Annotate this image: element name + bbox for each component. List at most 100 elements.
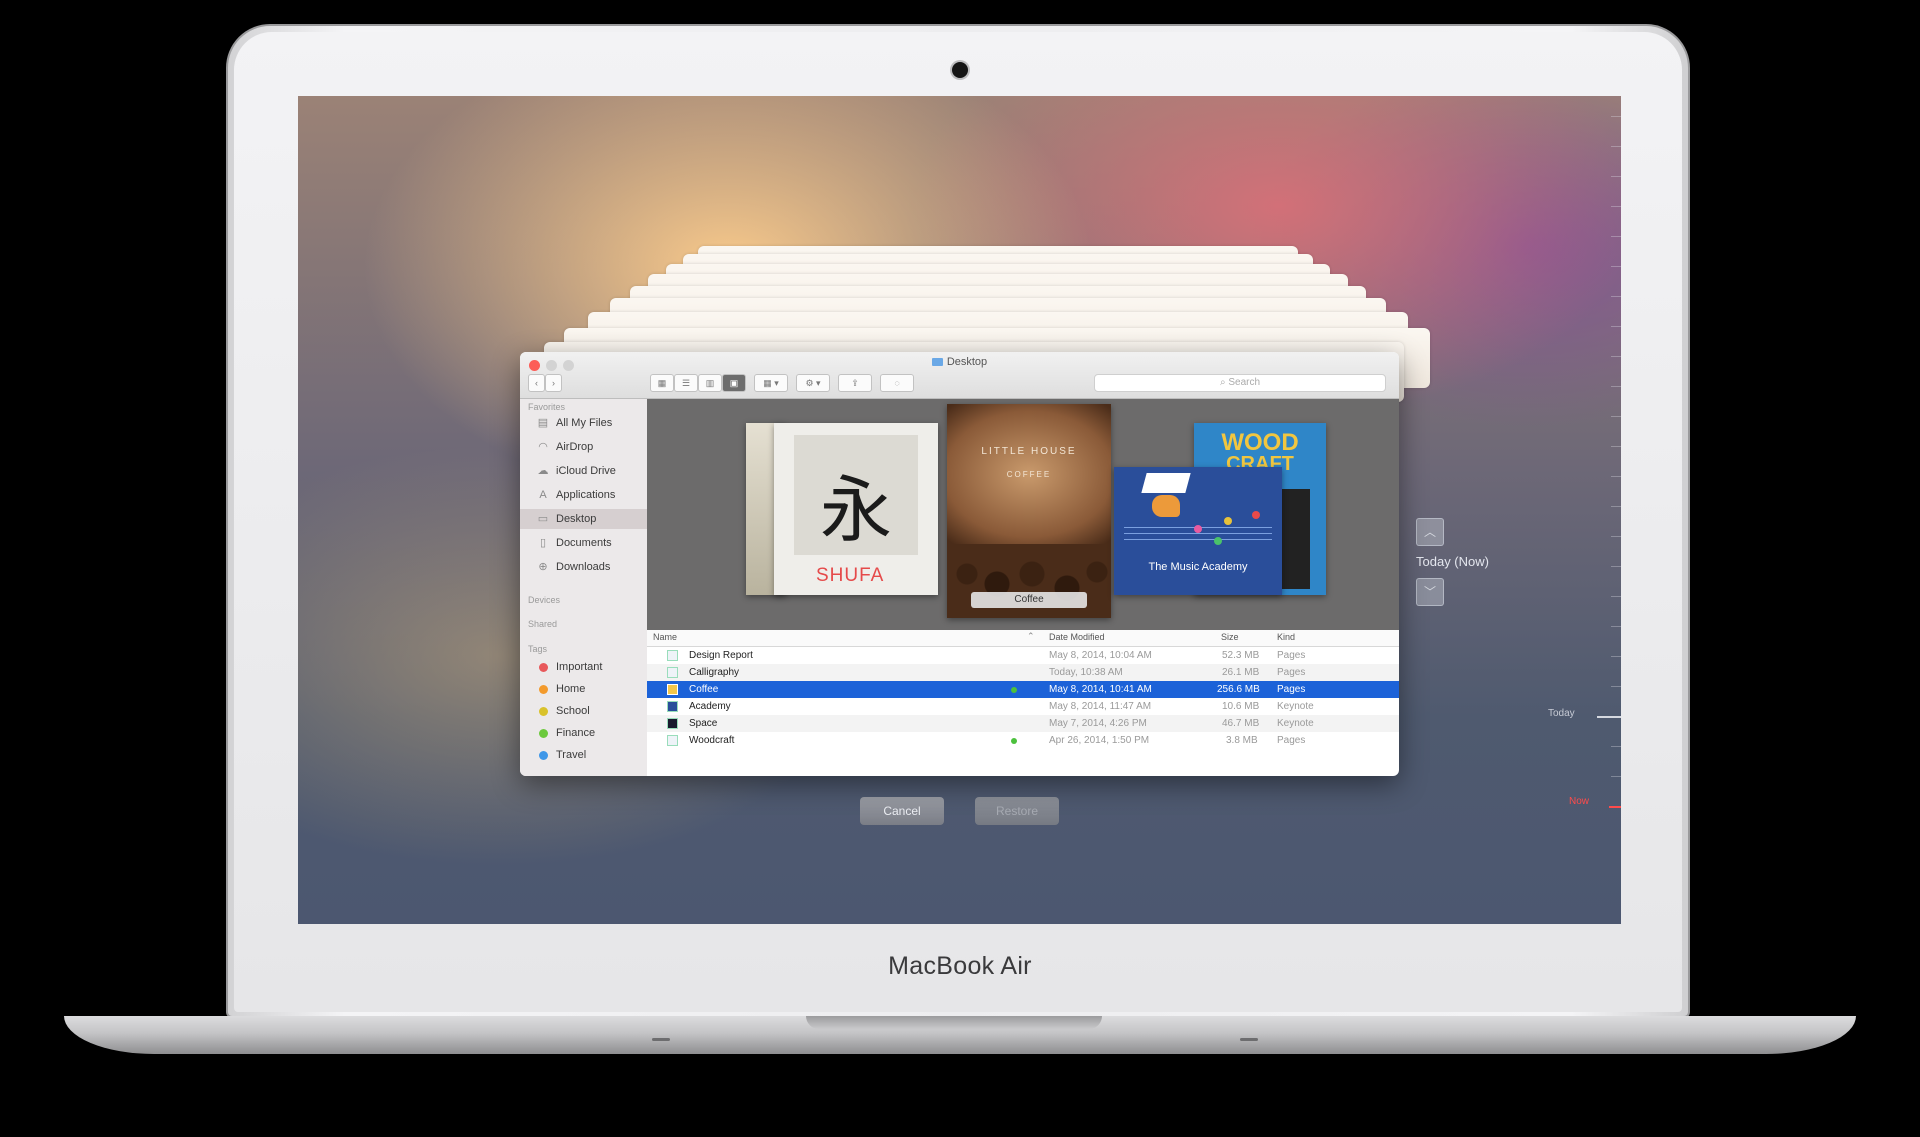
airdrop-icon: ◠ [538, 441, 548, 453]
window-title-text: Desktop [946, 356, 988, 368]
list-view-button[interactable]: ☰ [674, 374, 698, 392]
desktop-icon: ▭ [537, 513, 549, 525]
tag-color-icon [539, 685, 548, 694]
academy-cover-title: The Music Academy [1148, 561, 1248, 573]
pages-file-icon [667, 735, 678, 746]
cover-flow[interactable]: 永 SHUFA LITTLE HOUSE COFFEE Coffee WOOD … [647, 399, 1399, 630]
table-row[interactable]: Design Report May 8, 2014, 10:04 AM 52.3… [647, 647, 1399, 664]
laptop-foot [652, 1038, 670, 1041]
file-size: 10.6 MB [1222, 701, 1260, 712]
sidebar-tag-travel[interactable]: Travel [520, 745, 647, 765]
tag-color-icon [539, 707, 548, 716]
table-row[interactable]: Woodcraft Apr 26, 2014, 1:50 PM 3.8 MB P… [647, 732, 1399, 749]
file-kind: Keynote [1277, 718, 1314, 729]
action-gear-icon[interactable]: ⚙ ▾ [796, 374, 830, 392]
sidebar-item-icloud-drive[interactable]: ☁ iCloud Drive [520, 461, 647, 481]
tags-header: Tags [528, 644, 548, 654]
file-date: May 8, 2014, 11:47 AM [1049, 701, 1152, 712]
coffee-cover-title: LITTLE HOUSE [981, 446, 1077, 457]
file-kind: Pages [1277, 667, 1306, 678]
file-date: Today, 10:38 AM [1049, 667, 1123, 678]
column-date-header[interactable]: Date Modified [1049, 632, 1105, 642]
sidebar-item-airdrop[interactable]: ◠ AirDrop [520, 437, 647, 457]
file-size: 46.7 MB [1222, 718, 1260, 729]
sidebar-item-applications[interactable]: A Applications [520, 485, 647, 505]
finder-window: Desktop ‹ › ▦ ☰ ▥ ▣ ▦ ▾ ⚙ ▾ ⇪ ◌ ⌕ Search… [520, 352, 1399, 776]
file-size: 52.3 MB [1222, 650, 1260, 661]
cover-title-shufa: SHUFA [816, 565, 885, 586]
table-row[interactable]: Academy May 8, 2014, 11:47 AM 10.6 MB Ke… [647, 698, 1399, 715]
sidebar-item-label: Finance [556, 727, 596, 739]
keynote-file-icon [667, 701, 678, 712]
calligraphy-glyph: 永 [819, 468, 892, 552]
cover-coffee[interactable]: LITTLE HOUSE COFFEE Coffee [947, 404, 1111, 618]
sidebar-item-label: Documents [556, 537, 612, 549]
sidebar-item-label: Home [556, 683, 586, 695]
sidebar-item-label: Downloads [556, 561, 611, 573]
pages-file-icon [667, 667, 678, 678]
file-kind: Pages [1277, 684, 1306, 695]
coffee-cover-subtitle: COFFEE [1006, 470, 1052, 479]
column-kind-header[interactable]: Kind [1277, 632, 1295, 642]
file-date: May 7, 2014, 4:26 PM [1049, 718, 1147, 729]
cancel-button[interactable]: Cancel [860, 797, 944, 825]
camera-icon [952, 62, 968, 78]
file-date: May 8, 2014, 10:41 AM [1049, 684, 1152, 695]
backup-date-label: Today (Now) [1416, 554, 1489, 569]
sort-arrow-icon: ⌃ [1027, 631, 1035, 641]
column-size-header[interactable]: Size [1221, 632, 1239, 642]
file-kind: Keynote [1277, 701, 1314, 712]
file-date: Apr 26, 2014, 1:50 PM [1049, 735, 1150, 746]
sidebar-item-label: Travel [556, 749, 587, 761]
device-brand-label: MacBook Air [888, 952, 1032, 980]
file-date: May 8, 2014, 10:04 AM [1049, 650, 1152, 661]
timemachine-down-arrow-icon[interactable]: ﹀ [1416, 578, 1444, 606]
tag-color-icon [539, 729, 548, 738]
table-row[interactable]: Calligraphy Today, 10:38 AM 26.1 MB Page… [647, 664, 1399, 681]
sidebar-tag-school[interactable]: School [520, 701, 647, 721]
forward-button[interactable]: › [545, 374, 562, 392]
search-placeholder: Search [1228, 377, 1261, 388]
pages-file-icon [667, 684, 678, 695]
favorites-header: Favorites [528, 402, 566, 412]
timeline-now-label: Now [1569, 796, 1590, 807]
laptop-opening-notch [806, 1016, 1102, 1029]
back-button[interactable]: ‹ [528, 374, 545, 392]
cover-academy[interactable]: The Music Academy [1114, 467, 1282, 595]
file-name: Design Report [689, 650, 753, 661]
folder-icon [931, 358, 943, 366]
cover-caption: Coffee [971, 592, 1087, 608]
sidebar-item-desktop[interactable]: ▭ Desktop [520, 509, 647, 529]
column-view-button[interactable]: ▥ [698, 374, 722, 392]
sidebar-item-label: Applications [556, 489, 616, 501]
icon-view-button[interactable]: ▦ [650, 374, 674, 392]
applications-icon: A [539, 489, 547, 501]
timeline[interactable] [1593, 106, 1621, 896]
sidebar-item-documents[interactable]: ▯ Documents [520, 533, 647, 553]
column-name-header[interactable]: Name [653, 632, 677, 642]
timemachine-up-arrow-icon[interactable]: ︿ [1416, 518, 1444, 546]
sidebar-item-all-my-files[interactable]: ▤ All My Files [520, 413, 647, 433]
tag-icon[interactable]: ◌ [880, 374, 914, 392]
window-title: Desktop [520, 356, 1399, 368]
file-name: Woodcraft [689, 735, 735, 746]
sidebar-tag-important[interactable]: Important [520, 657, 647, 677]
share-icon[interactable]: ⇪ [838, 374, 872, 392]
arrange-button[interactable]: ▦ ▾ [754, 374, 788, 392]
pages-file-icon [667, 650, 678, 661]
restore-button[interactable]: Restore [975, 797, 1059, 825]
list-header: Name ⌃ Date Modified Size Kind [647, 630, 1399, 647]
documents-icon: ▯ [539, 537, 547, 549]
file-size: 3.8 MB [1226, 735, 1258, 746]
file-name: Coffee [689, 684, 719, 695]
coverflow-view-button[interactable]: ▣ [722, 374, 746, 392]
table-row-selected[interactable]: Coffee May 8, 2014, 10:41 AM 256.6 MB Pa… [647, 681, 1399, 698]
file-name: Space [689, 718, 718, 729]
devices-header: Devices [528, 595, 561, 605]
sidebar-item-downloads[interactable]: ⊕ Downloads [520, 557, 647, 577]
cover-calligraphy[interactable]: 永 SHUFA [774, 423, 938, 595]
sidebar-tag-finance[interactable]: Finance [520, 723, 647, 743]
sidebar-tag-home[interactable]: Home [520, 679, 647, 699]
search-field[interactable]: ⌕ Search [1094, 374, 1386, 392]
table-row[interactable]: Space May 7, 2014, 4:26 PM 46.7 MB Keyno… [647, 715, 1399, 732]
